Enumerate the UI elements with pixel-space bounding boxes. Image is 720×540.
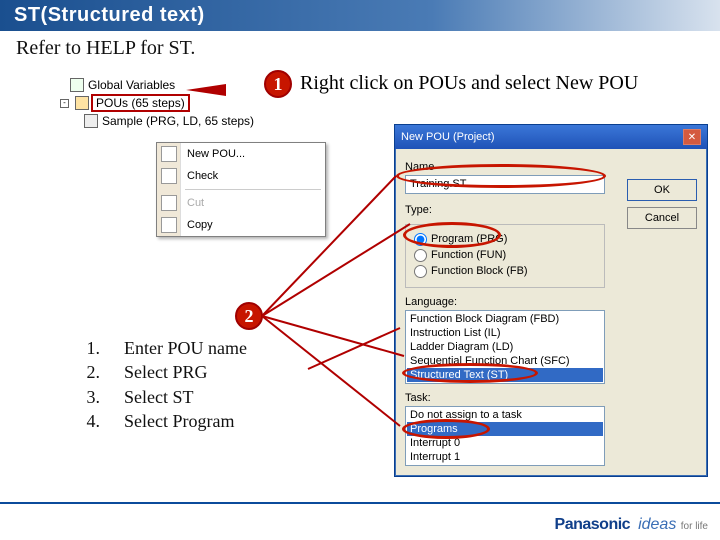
lang-option[interactable]: Instruction List (IL) [407,326,603,340]
task-listbox[interactable]: Do not assign to a task Programs Interru… [405,406,605,466]
page-subtitle: Refer to HELP for ST. [0,31,720,62]
list-item: 1.Enter POU name [80,336,247,360]
lang-option[interactable]: Ladder Diagram (LD) [407,340,603,354]
brand-logo: Panasonic ideas for life [555,516,708,534]
tree-node-sample[interactable]: Sample (PRG, LD, 65 steps) [84,112,254,130]
menu-item-cut: Cut [157,192,325,214]
tree-label: Sample (PRG, LD, 65 steps) [102,114,254,128]
type-group: Program (PRG) Function (FUN) Function Bl… [405,224,605,288]
sheet-icon [70,78,84,92]
check-icon [161,168,177,184]
dialog-titlebar: New POU (Project) ✕ [395,125,707,149]
step-1-badge: 1 [264,70,292,98]
lang-option-selected[interactable]: Structured Text (ST) [407,368,603,382]
folder-icon [75,96,89,110]
instruction-list: 1.Enter POU name 2.Select PRG 3.Select S… [80,336,247,433]
cancel-button[interactable]: Cancel [627,207,697,229]
radio-program[interactable]: Program (PRG) [414,231,596,247]
page-title: ST(Structured text) [0,0,720,31]
list-item: 4.Select Program [80,409,247,433]
context-menu: New POU... Check Cut Copy [156,142,326,237]
tree-label: Global Variables [88,78,175,92]
project-tree: Global Variables - POUs (65 steps) Sampl… [60,76,254,130]
footer: Panasonic ideas for life [0,502,720,540]
list-item: 3.Select ST [80,385,247,409]
menu-item-new-pou[interactable]: New POU... [157,143,325,165]
new-icon [161,146,177,162]
lang-option[interactable]: Function Block Diagram (FBD) [407,312,603,326]
task-option-selected[interactable]: Programs [407,422,603,436]
menu-label: New POU... [187,148,245,160]
close-icon[interactable]: ✕ [683,129,701,145]
task-label: Task: [405,392,697,404]
language-label: Language: [405,296,697,308]
tree-node-pous[interactable]: - POUs (65 steps) [60,94,254,112]
dialog-title: New POU (Project) [401,131,495,143]
task-option[interactable]: Interrupt 1 [407,450,603,464]
module-icon [84,114,98,128]
tree-node-global-vars[interactable]: Global Variables [70,76,254,94]
menu-label: Check [187,170,218,182]
tree-label: POUs (65 steps) [93,96,188,110]
task-option[interactable]: Do not assign to a task [407,408,603,422]
radio-function-block[interactable]: Function Block (FB) [414,263,596,279]
new-pou-dialog: New POU (Project) ✕ Name Training.ST OK … [394,124,708,477]
step-1-text: Right click on POUs and select New POU [300,72,638,95]
menu-item-copy[interactable]: Copy [157,214,325,236]
menu-label: Cut [187,197,204,209]
name-input[interactable]: Training.ST [405,175,605,194]
lang-option[interactable]: Sequential Function Chart (SFC) [407,354,603,368]
step-2-badge: 2 [235,302,263,330]
ok-button[interactable]: OK [627,179,697,201]
language-listbox[interactable]: Function Block Diagram (FBD) Instruction… [405,310,605,384]
task-option[interactable]: Interrupt 0 [407,436,603,450]
collapse-icon[interactable]: - [60,99,69,108]
content-area: 1 Right click on POUs and select New POU… [0,66,720,500]
name-label: Name [405,161,697,173]
radio-function[interactable]: Function (FUN) [414,247,596,263]
menu-item-check[interactable]: Check [157,165,325,187]
cut-icon [161,195,177,211]
menu-label: Copy [187,219,213,231]
copy-icon [161,217,177,233]
menu-separator [185,189,321,190]
list-item: 2.Select PRG [80,360,247,384]
